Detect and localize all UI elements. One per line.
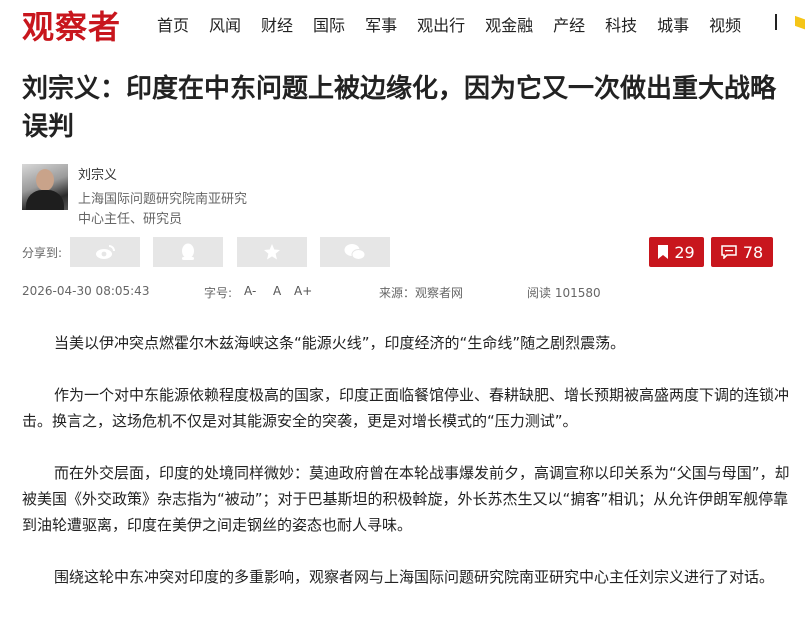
comment-count: 78: [742, 242, 764, 262]
author-bio: 上海国际问题研究院南亚研究中心主任、研究员: [78, 192, 248, 227]
bookmark-count: 29: [674, 242, 695, 262]
article-paragraph: 围绕这轮中东冲突对印度的多重影响，观察者网与上海国际问题研究院南亚研究中心主任刘…: [54, 568, 775, 586]
nav-flag-icon[interactable]: [795, 15, 805, 31]
nav-item-video[interactable]: 视频: [709, 12, 741, 36]
font-size-small-button[interactable]: A-: [244, 284, 256, 298]
nav-item-industry[interactable]: 产经: [553, 12, 585, 36]
comment-icon: [721, 245, 737, 259]
font-size-label: 字号:: [204, 286, 233, 300]
share-bar: 分享到: 29 78: [22, 237, 802, 269]
nav-item-home[interactable]: 首页: [157, 12, 189, 36]
nav-item-fengwen[interactable]: 风闻: [209, 12, 241, 36]
nav-item-international[interactable]: 国际: [313, 12, 345, 36]
bookmark-icon: [658, 245, 669, 259]
article-paragraph: 而在外交层面，印度的处境同样微妙：莫迪政府曾在本轮战事爆发前夕，高调宣称以印关系…: [22, 464, 790, 534]
author-block: 刘宗义 上海国际问题研究院南亚研究中心主任、研究员: [22, 164, 422, 234]
qq-icon: [182, 243, 194, 260]
comment-button[interactable]: 78: [711, 237, 773, 267]
main-nav: 首页 风闻 财经 国际 军事 观出行 观金融 产经 科技 城事 视频: [157, 12, 761, 36]
author-avatar[interactable]: [22, 164, 68, 210]
author-name[interactable]: 刘宗义: [78, 164, 117, 183]
nav-item-financial[interactable]: 观金融: [485, 12, 533, 36]
article-paragraph: 作为一个对中东能源依赖程度极高的国家，印度正面临餐馆停业、春耕缺肥、增长预期被高…: [22, 386, 790, 430]
wechat-icon: [344, 244, 366, 260]
site-logo[interactable]: 观察者: [22, 2, 121, 48]
article-body: 当美以伊冲突点燃霍尔木兹海峡这条“能源火线”，印度经济的“生命线”随之剧烈震荡。…: [22, 330, 796, 616]
article-title: 刘宗义：印度在中东问题上被边缘化，因为它又一次做出重大战略误判: [22, 74, 777, 142]
weibo-icon: [96, 245, 115, 259]
share-qzone-button[interactable]: [237, 237, 307, 267]
nav-item-tech[interactable]: 科技: [605, 12, 637, 36]
share-label: 分享到:: [22, 246, 63, 260]
font-size-large-button[interactable]: A+: [294, 284, 312, 298]
nav-item-travel[interactable]: 观出行: [417, 12, 465, 36]
nav-item-military[interactable]: 军事: [365, 12, 397, 36]
qzone-star-icon: [264, 244, 280, 260]
site-header: 观察者 首页 风闻 财经 国际 军事 观出行 观金融 产经 科技 城事 视频: [0, 0, 805, 48]
share-qq-button[interactable]: [153, 237, 223, 267]
publish-datetime: 2026-04-30 08:05:43: [22, 284, 150, 298]
bookmark-button[interactable]: 29: [649, 237, 704, 267]
share-weibo-button[interactable]: [70, 237, 140, 267]
nav-item-finance[interactable]: 财经: [261, 12, 293, 36]
nav-divider: [775, 14, 777, 30]
read-count: 阅读 101580: [527, 286, 601, 300]
share-wechat-button[interactable]: [320, 237, 390, 267]
nav-item-city[interactable]: 城事: [657, 12, 689, 36]
article-source: 来源：观察者网: [379, 286, 464, 300]
article-paragraph: 当美以伊冲突点燃霍尔木兹海峡这条“能源火线”，印度经济的“生命线”随之剧烈震荡。: [54, 334, 626, 352]
font-size-medium-button[interactable]: A: [273, 284, 281, 298]
